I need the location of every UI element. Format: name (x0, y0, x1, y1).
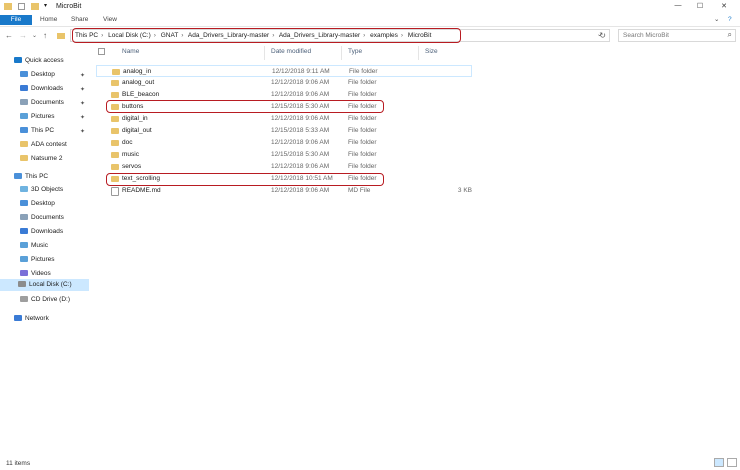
folder-icon (57, 33, 65, 39)
folder-icon (111, 128, 119, 134)
sidebar-item-downloads[interactable]: Downloads (20, 83, 63, 95)
search-input[interactable]: Search MicroBit ⌕ (618, 29, 736, 42)
documents-icon (20, 99, 28, 106)
sidebar-item-documents-pc[interactable]: Documents (20, 212, 64, 224)
item-count: 11 items (6, 460, 31, 467)
pin-icon[interactable]: ✦ (80, 100, 85, 107)
help-icon[interactable]: ? (728, 15, 732, 25)
folder-icon (20, 141, 28, 148)
sidebar-item-local-disk[interactable]: Local Disk (C:) (0, 279, 89, 291)
desktop-icon (20, 71, 28, 78)
file-icon (111, 187, 119, 196)
sidebar-item-network[interactable]: Network (14, 313, 49, 325)
pin-icon[interactable]: ✦ (80, 86, 85, 93)
sidebar-item-desktop-pc[interactable]: Desktop (20, 198, 55, 210)
sidebar-item-this-pc[interactable]: This PC (14, 171, 48, 183)
folder-icon (111, 116, 119, 122)
minimize-button[interactable]: — (666, 2, 690, 12)
column-divider[interactable] (264, 46, 265, 60)
forward-button[interactable]: → (19, 31, 27, 40)
sidebar-item-quick-access[interactable]: Quick access (14, 55, 64, 67)
computer-icon (20, 127, 28, 134)
title-bar: ▾ MicroBit — ☐ ✕ (0, 0, 740, 14)
navigation-pane: Quick access Desktop ✦ Downloads ✦ Docum… (0, 52, 90, 452)
search-placeholder: Search MicroBit (623, 32, 669, 39)
expand-ribbon-icon[interactable]: ⌄ (714, 15, 719, 25)
pin-icon[interactable]: ✦ (80, 128, 85, 135)
sidebar-item-music[interactable]: Music (20, 240, 48, 252)
desktop-icon (20, 200, 28, 207)
folder-icon (112, 69, 120, 75)
download-icon (20, 85, 28, 92)
column-divider[interactable] (341, 46, 342, 60)
folder-icon (111, 80, 119, 86)
table-row[interactable]: digital_out 12/15/2018 5:33 AM File fold… (96, 125, 472, 137)
text-scrolling-highlight (106, 173, 384, 186)
up-button[interactable]: ↑ (43, 31, 47, 40)
cube-icon (20, 186, 28, 193)
column-header-name[interactable]: Name (122, 48, 139, 58)
column-header-type[interactable]: Type (348, 48, 362, 58)
folder-icon (111, 152, 119, 158)
star-icon (14, 57, 22, 64)
large-icons-view-button[interactable] (727, 458, 737, 467)
sidebar-item-desktop[interactable]: Desktop (20, 69, 55, 81)
new-folder-icon[interactable] (31, 3, 39, 10)
customize-toolbar-icon[interactable]: ▾ (44, 2, 47, 9)
window-title: MicroBit (56, 3, 82, 10)
video-icon (20, 270, 28, 277)
maximize-button[interactable]: ☐ (688, 2, 712, 12)
pin-icon[interactable]: ✦ (80, 114, 85, 121)
table-row[interactable]: music 12/15/2018 5:30 AM File folder (96, 149, 472, 161)
folder-icon (111, 164, 119, 170)
tab-view[interactable]: View (103, 15, 117, 25)
sidebar-item-pictures-pc[interactable]: Pictures (20, 254, 54, 266)
back-button[interactable]: ← (5, 31, 13, 40)
buttons-highlight (106, 100, 384, 113)
pin-icon[interactable]: ✦ (80, 72, 85, 79)
cd-drive-icon (20, 296, 28, 303)
documents-icon (20, 214, 28, 221)
sidebar-item-3d-objects[interactable]: 3D Objects (20, 184, 63, 196)
table-row[interactable]: doc 12/12/2018 9:06 AM File folder (96, 137, 472, 149)
folder-icon (111, 140, 119, 146)
sidebar-item-this-pc-quick[interactable]: This PC (20, 125, 54, 137)
folder-icon (111, 92, 119, 98)
ribbon: File Home Share View ⌄ ? (0, 14, 740, 27)
select-all-checkbox[interactable] (98, 48, 105, 55)
address-highlight (72, 28, 461, 43)
tab-file[interactable]: File (0, 15, 32, 25)
music-icon (20, 242, 28, 249)
sidebar-item-documents[interactable]: Documents (20, 97, 64, 109)
recent-locations-button[interactable]: ⌄ (32, 32, 37, 39)
download-icon (20, 228, 28, 235)
column-header-date[interactable]: Date modified (271, 48, 311, 58)
sidebar-item-pictures[interactable]: Pictures (20, 111, 54, 123)
search-icon[interactable]: ⌕ (728, 30, 732, 40)
column-header-size[interactable]: Size (425, 48, 438, 58)
tab-share[interactable]: Share (71, 15, 88, 25)
pictures-icon (20, 113, 28, 120)
drive-icon (18, 281, 26, 288)
table-row[interactable]: README.md 12/12/2018 9:06 AM MD File 3 K… (96, 185, 472, 197)
close-button[interactable]: ✕ (712, 2, 736, 12)
table-row[interactable]: digital_in 12/12/2018 9:06 AM File folde… (96, 113, 472, 125)
sidebar-item-downloads-pc[interactable]: Downloads (20, 226, 63, 238)
tab-home[interactable]: Home (40, 15, 57, 25)
properties-icon[interactable] (18, 3, 25, 10)
table-row[interactable]: analog_out 12/12/2018 9:06 AM File folde… (96, 77, 472, 89)
address-dropdown-icon[interactable]: ⌄ (597, 31, 602, 38)
table-row[interactable]: analog_in 12/12/2018 9:11 AM File folder (96, 65, 472, 77)
sidebar-item-natsume-2[interactable]: Natsume 2 (20, 153, 62, 165)
column-divider[interactable] (418, 46, 419, 60)
sidebar-item-ada-contest[interactable]: ADA contest (20, 139, 67, 151)
computer-icon (14, 173, 22, 180)
folder-icon (20, 155, 28, 162)
network-icon (14, 315, 22, 322)
folder-icon (4, 3, 12, 10)
table-row[interactable]: servos 12/12/2018 9:06 AM File folder (96, 161, 472, 173)
pictures-icon (20, 256, 28, 263)
sidebar-item-cd-drive[interactable]: CD Drive (D:) (20, 294, 70, 306)
details-view-button[interactable] (714, 458, 724, 467)
